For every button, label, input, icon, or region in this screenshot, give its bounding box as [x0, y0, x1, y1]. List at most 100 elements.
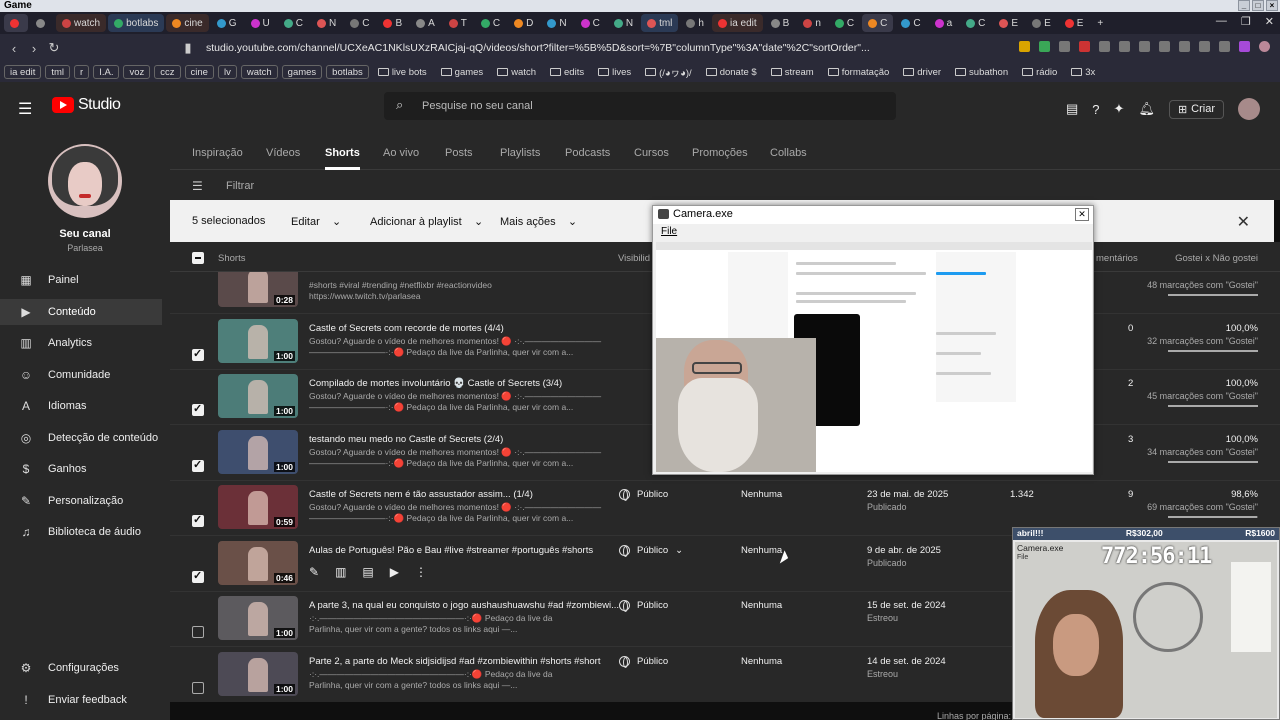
row-checkbox[interactable] — [192, 569, 204, 583]
browser-tab[interactable]: B — [377, 14, 408, 32]
visibility-cell[interactable]: Público — [619, 489, 668, 501]
tab-playlists[interactable]: Playlists — [500, 147, 540, 159]
bookmark-item[interactable]: stream — [766, 65, 819, 79]
visibility-cell[interactable]: Público ⌄ — [619, 544, 683, 557]
tab-v-deos[interactable]: Vídeos — [266, 147, 300, 159]
video-title[interactable]: Castle of Secrets com recorde de mortes … — [309, 323, 504, 334]
extension-icon[interactable] — [1219, 41, 1230, 52]
close-icon[interactable]: ✕ — [1265, 15, 1274, 28]
extension-icon[interactable] — [1239, 41, 1250, 52]
bookmark-item[interactable]: voz — [123, 65, 151, 79]
browser-tab[interactable]: U — [245, 14, 276, 32]
reload-icon[interactable]: ↻ — [44, 40, 64, 56]
extension-icon[interactable] — [1099, 41, 1110, 52]
sidebar-item-biblioteca-de-udio[interactable]: ♫ Biblioteca de áudio — [0, 519, 162, 545]
bookmark-item[interactable]: (/◕ヮ◕)/ — [640, 65, 697, 79]
video-title[interactable]: A parte 3, na qual eu conquisto o jogo a… — [309, 600, 619, 611]
sidebar-item-detec-o-de-conte-do[interactable]: ◎ Detecção de conteúdo — [0, 425, 162, 451]
row-checkbox[interactable] — [192, 513, 204, 527]
video-title[interactable]: Parte 2, a parte do Meck sidjsidijsd #ad… — [309, 656, 600, 667]
more-options-icon[interactable]: ⋮ — [415, 565, 427, 579]
minimize-button[interactable]: _ — [1238, 0, 1250, 11]
browser-tab[interactable]: tml — [641, 14, 679, 32]
profile-icon[interactable] — [1259, 41, 1270, 52]
bookmark-item[interactable]: cine — [184, 65, 214, 79]
browser-tab[interactable]: N — [541, 14, 572, 32]
column-comments[interactable]: mentários — [1096, 253, 1138, 264]
file-menu[interactable]: File — [661, 226, 677, 237]
video-title[interactable]: Aulas de Português! Pão e Bau #live #str… — [309, 545, 593, 556]
account-avatar[interactable] — [1238, 98, 1261, 120]
tab-promo-es[interactable]: Promoções — [692, 147, 748, 159]
column-likes[interactable]: Gostei x Não gostei — [1175, 253, 1258, 264]
sidebar-item-analytics[interactable]: ▥ Analytics — [0, 330, 162, 356]
help-icon[interactable]: ? — [1092, 102, 1099, 117]
browser-tab[interactable]: C — [960, 14, 991, 32]
video-thumbnail[interactable]: 1:00 — [218, 651, 298, 696]
bookmark-item[interactable]: ia edit — [4, 65, 42, 79]
column-visibility[interactable]: Visibilid — [618, 253, 650, 264]
sidebar-item-conte-do[interactable]: ▶ Conteúdo — [0, 298, 162, 325]
browser-tab[interactable]: C — [829, 14, 860, 32]
video-thumbnail[interactable]: 0:59 — [218, 485, 298, 529]
video-thumbnail[interactable]: 0:28 — [218, 272, 298, 307]
video-thumbnail[interactable]: 1:00 — [218, 429, 298, 474]
extension-icon[interactable] — [1179, 41, 1190, 52]
minimize-icon[interactable]: — — [1216, 15, 1227, 28]
browser-tab[interactable]: G — [211, 14, 243, 32]
extension-icon[interactable] — [1079, 41, 1090, 52]
browser-tab[interactable]: h — [680, 14, 710, 32]
bookmark-item[interactable]: tml — [45, 65, 71, 79]
bookmark-item[interactable]: r — [74, 65, 90, 79]
tab-shorts[interactable]: Shorts — [325, 147, 360, 170]
tab-ao-vivo[interactable]: Ao vivo — [383, 147, 419, 159]
camera-window[interactable]: Camera.exe ✕ File — [652, 205, 1094, 475]
new-tab-button[interactable]: + — [1091, 14, 1109, 32]
row-checkbox[interactable] — [192, 458, 204, 472]
forward-icon[interactable]: › — [24, 41, 44, 56]
bookmark-item[interactable]: subathon — [950, 65, 1013, 79]
edit-dropdown[interactable]: Editar ⌄ — [291, 215, 341, 228]
bookmark-item[interactable]: watch — [240, 65, 278, 79]
filter-icon[interactable]: ☰ — [192, 179, 203, 193]
tab-cursos[interactable]: Cursos — [634, 147, 669, 159]
bookmark-item[interactable]: ccz — [154, 65, 181, 79]
browser-tab[interactable]: T — [443, 14, 473, 32]
more-actions-dropdown[interactable]: Mais ações ⌄ — [500, 215, 577, 228]
video-title[interactable]: testando meu medo no Castle of Secrets (… — [309, 434, 503, 445]
extension-icon[interactable] — [1039, 41, 1050, 52]
restore-icon[interactable]: ❐ — [1241, 15, 1251, 28]
browser-tab[interactable]: botlabs — [108, 14, 165, 32]
visibility-cell[interactable]: Público — [619, 655, 668, 668]
row-checkbox[interactable] — [192, 626, 204, 638]
bookmark-item[interactable]: lv — [217, 65, 237, 79]
sidebar-item-settings[interactable]: ⚙ Configurações — [0, 655, 162, 681]
close-button[interactable]: × — [1266, 0, 1278, 11]
bookmark-item[interactable]: edits — [545, 65, 589, 79]
video-title[interactable]: Compilado de mortes involuntário 💀 Castl… — [309, 378, 562, 389]
video-thumbnail[interactable]: 0:46 — [218, 540, 298, 585]
bookmark-icon[interactable]: ▮ — [178, 40, 198, 56]
bookmark-item[interactable]: I.A. — [93, 65, 120, 79]
add-to-playlist-dropdown[interactable]: Adicionar à playlist ⌄ — [370, 215, 483, 228]
browser-tab[interactable]: a — [929, 14, 959, 32]
browser-tab[interactable]: C — [895, 14, 926, 32]
sidebar-item-ganhos[interactable]: $ Ganhos — [0, 456, 162, 482]
bookmark-item[interactable]: formatação — [823, 65, 895, 79]
filter-input[interactable]: Filtrar — [226, 180, 254, 192]
browser-tab[interactable]: C — [278, 14, 309, 32]
browser-tab[interactable] — [4, 14, 28, 32]
notifications-icon[interactable]: 🔔︎ — [1138, 101, 1155, 117]
close-icon[interactable]: ✕ — [1075, 208, 1089, 221]
analytics-icon[interactable]: ▥ — [335, 565, 346, 579]
extension-icon[interactable] — [1139, 41, 1150, 52]
visibility-cell[interactable]: Público — [619, 600, 668, 612]
tab-posts[interactable]: Posts — [445, 147, 473, 159]
bookmark-item[interactable]: watch — [492, 65, 541, 79]
browser-tab[interactable]: D — [508, 14, 539, 32]
browser-tab[interactable]: N — [311, 14, 342, 32]
video-title[interactable]: Castle of Secrets nem é tão assustador a… — [309, 489, 533, 500]
browser-tab[interactable]: E — [993, 14, 1024, 32]
search-input[interactable]: ⌕ Pesquise no seu canal — [384, 92, 896, 120]
edit-icon[interactable]: ✎ — [309, 565, 319, 579]
